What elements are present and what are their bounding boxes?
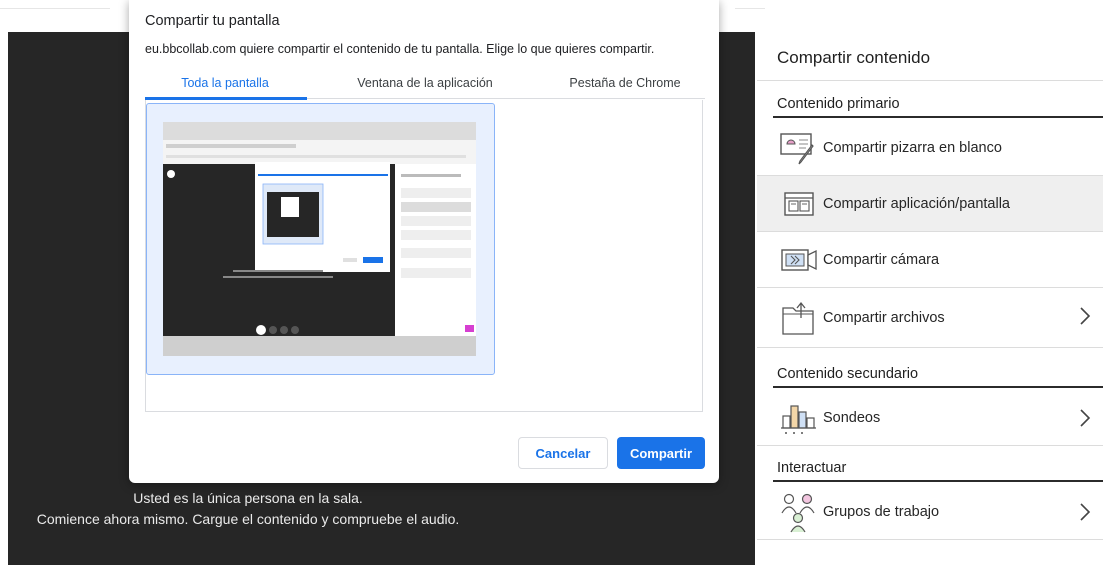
- folder-icon: [777, 298, 821, 338]
- chevron-right-icon: [1080, 503, 1091, 521]
- breakout-groups-icon: [777, 492, 821, 532]
- screen-share-icon: [777, 184, 821, 224]
- panel-divider: [757, 80, 1103, 81]
- stage-message: Usted es la única persona en la sala. Co…: [8, 488, 488, 530]
- alone-message: Usted es la única persona en la sala.: [133, 490, 363, 506]
- share-screen-dialog: Compartir tu pantalla eu.bbcollab.com qu…: [129, 0, 719, 483]
- dialog-subtitle: eu.bbcollab.com quiere compartir el cont…: [145, 42, 655, 56]
- share-files-label: Compartir archivos: [823, 309, 945, 326]
- screen-thumbnail: [163, 122, 476, 356]
- breakout-groups-label: Grupos de trabajo: [823, 503, 940, 520]
- share-camera-label: Compartir cámara: [823, 251, 940, 268]
- panel-title: Compartir contenido: [777, 48, 931, 67]
- share-screen-label: Compartir aplicación/pantalla: [823, 195, 1010, 212]
- polls-icon: [777, 398, 821, 438]
- whiteboard-icon: [777, 128, 821, 168]
- dialog-title: Compartir tu pantalla: [145, 13, 280, 29]
- start-message: Comience ahora mismo. Cargue el contenid…: [36, 511, 460, 527]
- interact-section-title: Interactuar: [777, 460, 847, 476]
- secondary-section-title: Contenido secundario: [777, 366, 919, 382]
- screen-option-card[interactable]: [146, 103, 495, 375]
- share-files-item[interactable]: Compartir archivos: [757, 288, 1103, 348]
- top-divider-left: [0, 8, 110, 9]
- share-button[interactable]: Compartir: [617, 437, 705, 469]
- top-divider-right: [735, 8, 765, 9]
- chevron-right-icon: [1080, 307, 1091, 325]
- chevron-right-icon: [1080, 409, 1091, 427]
- primary-section-title: Contenido primario: [777, 96, 900, 112]
- polls-item[interactable]: Sondeos: [757, 390, 1103, 446]
- share-screen-item[interactable]: Compartir aplicación/pantalla: [757, 176, 1103, 232]
- polls-label: Sondeos: [823, 409, 881, 426]
- share-whiteboard-item[interactable]: Compartir pizarra en blanco: [757, 120, 1103, 176]
- tab-application-window[interactable]: Ventana de la aplicación: [341, 76, 509, 100]
- share-camera-item[interactable]: Compartir cámara: [757, 232, 1103, 288]
- interact-section-rule: [773, 480, 1103, 482]
- camera-icon: [777, 240, 821, 280]
- secondary-section-rule: [773, 386, 1103, 388]
- primary-section-rule: [773, 116, 1103, 118]
- tab-chrome-tab[interactable]: Pestaña de Chrome: [545, 76, 705, 100]
- breakout-groups-item[interactable]: Grupos de trabajo: [757, 484, 1103, 540]
- share-whiteboard-label: Compartir pizarra en blanco: [823, 139, 1002, 156]
- share-content-panel: Compartir contenido Contenido primario C…: [757, 32, 1103, 565]
- cancel-button[interactable]: Cancelar: [518, 437, 608, 469]
